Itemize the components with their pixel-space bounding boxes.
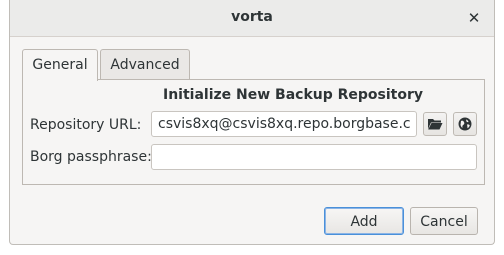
tab-advanced[interactable]: Advanced bbox=[100, 49, 190, 80]
borg-passphrase-label: Borg passphrase: bbox=[30, 149, 152, 165]
tab-general[interactable]: General bbox=[22, 49, 98, 81]
general-pane: Initialize New Backup Repository Reposit… bbox=[22, 79, 485, 185]
dialog-window: vorta ✕ General Advanced Initialize New … bbox=[9, 0, 495, 245]
folder-open-icon bbox=[428, 119, 443, 130]
open-folder-button[interactable] bbox=[423, 112, 447, 136]
borg-passphrase-input[interactable] bbox=[151, 144, 477, 170]
repository-url-input[interactable] bbox=[151, 111, 417, 137]
add-button[interactable]: Add bbox=[324, 207, 404, 235]
globe-icon bbox=[458, 117, 472, 131]
web-button[interactable] bbox=[453, 112, 477, 136]
form-heading: Initialize New Backup Repository bbox=[163, 87, 424, 103]
close-icon[interactable]: ✕ bbox=[464, 8, 484, 28]
repository-url-label: Repository URL: bbox=[30, 117, 142, 133]
title-bar: vorta ✕ bbox=[10, 0, 494, 37]
cancel-button[interactable]: Cancel bbox=[410, 207, 478, 235]
window-title: vorta bbox=[231, 9, 273, 25]
